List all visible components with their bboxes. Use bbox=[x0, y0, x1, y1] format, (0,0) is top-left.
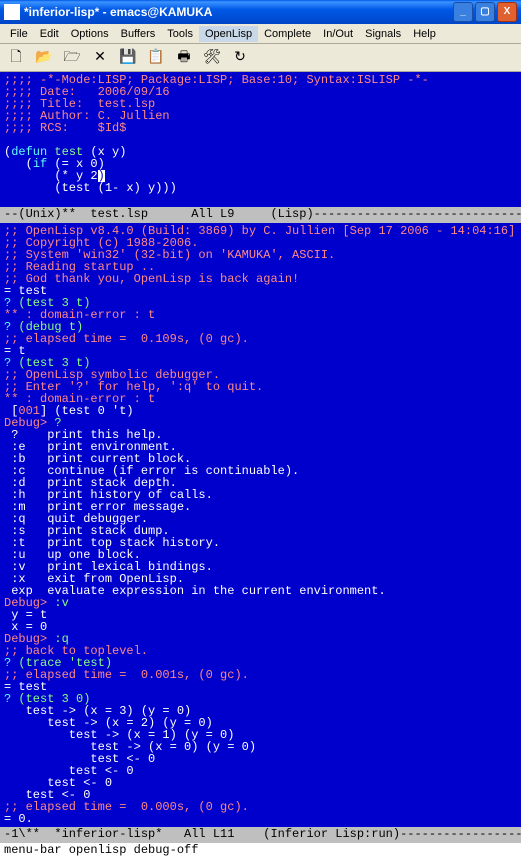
editor-line: ;; elapsed time = 0.000s, (0 gc). bbox=[4, 801, 517, 813]
menu-complete[interactable]: Complete bbox=[258, 26, 317, 42]
editor-top-pane[interactable]: ;;;; -*-Mode:LISP; Package:LISP; Base:10… bbox=[0, 72, 521, 207]
editor-line: ;; God thank you, OpenLisp is back again… bbox=[4, 273, 517, 285]
menu-openlisp[interactable]: OpenLisp bbox=[199, 26, 258, 42]
editor-line: = 0. bbox=[4, 813, 517, 825]
new-file-icon[interactable]: 🗋 bbox=[4, 46, 28, 70]
copy-icon[interactable]: 📋 bbox=[144, 46, 168, 70]
menu-help[interactable]: Help bbox=[407, 26, 442, 42]
editor-bottom-pane[interactable]: ;; OpenLisp v8.4.0 (Build: 3869) by C. J… bbox=[0, 223, 521, 827]
open-file-icon[interactable]: 📂 bbox=[32, 46, 56, 70]
close-button[interactable]: X bbox=[497, 2, 517, 22]
menubar: FileEditOptionsBuffersToolsOpenLispCompl… bbox=[0, 24, 521, 44]
menu-buffers[interactable]: Buffers bbox=[115, 26, 162, 42]
close-icon[interactable]: ✕ bbox=[88, 46, 112, 70]
window-controls: _ ▢ X bbox=[453, 2, 517, 22]
maximize-button[interactable]: ▢ bbox=[475, 2, 495, 22]
menu-file[interactable]: File bbox=[4, 26, 34, 42]
folder-icon[interactable]: 🗁 bbox=[60, 46, 84, 70]
editor-line: ;;;; RCS: $Id$ bbox=[4, 122, 517, 134]
editor-line: exp evaluate expression in the current e… bbox=[4, 585, 517, 597]
menu-edit[interactable]: Edit bbox=[34, 26, 65, 42]
editor-line: Debug> :v bbox=[4, 597, 517, 609]
app-icon bbox=[4, 4, 20, 20]
window-titlebar: *inferior-lisp* - emacs@KAMUKA _ ▢ X bbox=[0, 0, 521, 24]
menu-inout[interactable]: In/Out bbox=[317, 26, 359, 42]
modeline-top: --(Unix)** test.lsp All L9 (Lisp)-------… bbox=[0, 207, 521, 223]
editor-line: ;; elapsed time = 0.109s, (0 gc). bbox=[4, 333, 517, 345]
print-icon[interactable]: 🖶 bbox=[172, 46, 196, 70]
minimize-button[interactable]: _ bbox=[453, 2, 473, 22]
menu-options[interactable]: Options bbox=[65, 26, 115, 42]
menu-signals[interactable]: Signals bbox=[359, 26, 407, 42]
toolbar: 🗋 📂 🗁 ✕ 💾 📋 🖶 🛠 ↻ bbox=[0, 44, 521, 72]
window-title: *inferior-lisp* - emacs@KAMUKA bbox=[24, 5, 453, 19]
settings-icon[interactable]: 🛠 bbox=[200, 46, 224, 70]
save-icon[interactable]: 💾 bbox=[116, 46, 140, 70]
editor-line: x = 0 bbox=[4, 621, 517, 633]
editor-line: y = t bbox=[4, 609, 517, 621]
editor-line: (test (1- x) y))) bbox=[4, 182, 517, 194]
editor-line: [001] (test 0 't) bbox=[4, 405, 517, 417]
refresh-icon[interactable]: ↻ bbox=[228, 46, 252, 70]
menu-tools[interactable]: Tools bbox=[161, 26, 199, 42]
editor-line: ;; elapsed time = 0.001s, (0 gc). bbox=[4, 669, 517, 681]
modeline-bottom: -1\** *inferior-lisp* All L11 (Inferior … bbox=[0, 827, 521, 843]
